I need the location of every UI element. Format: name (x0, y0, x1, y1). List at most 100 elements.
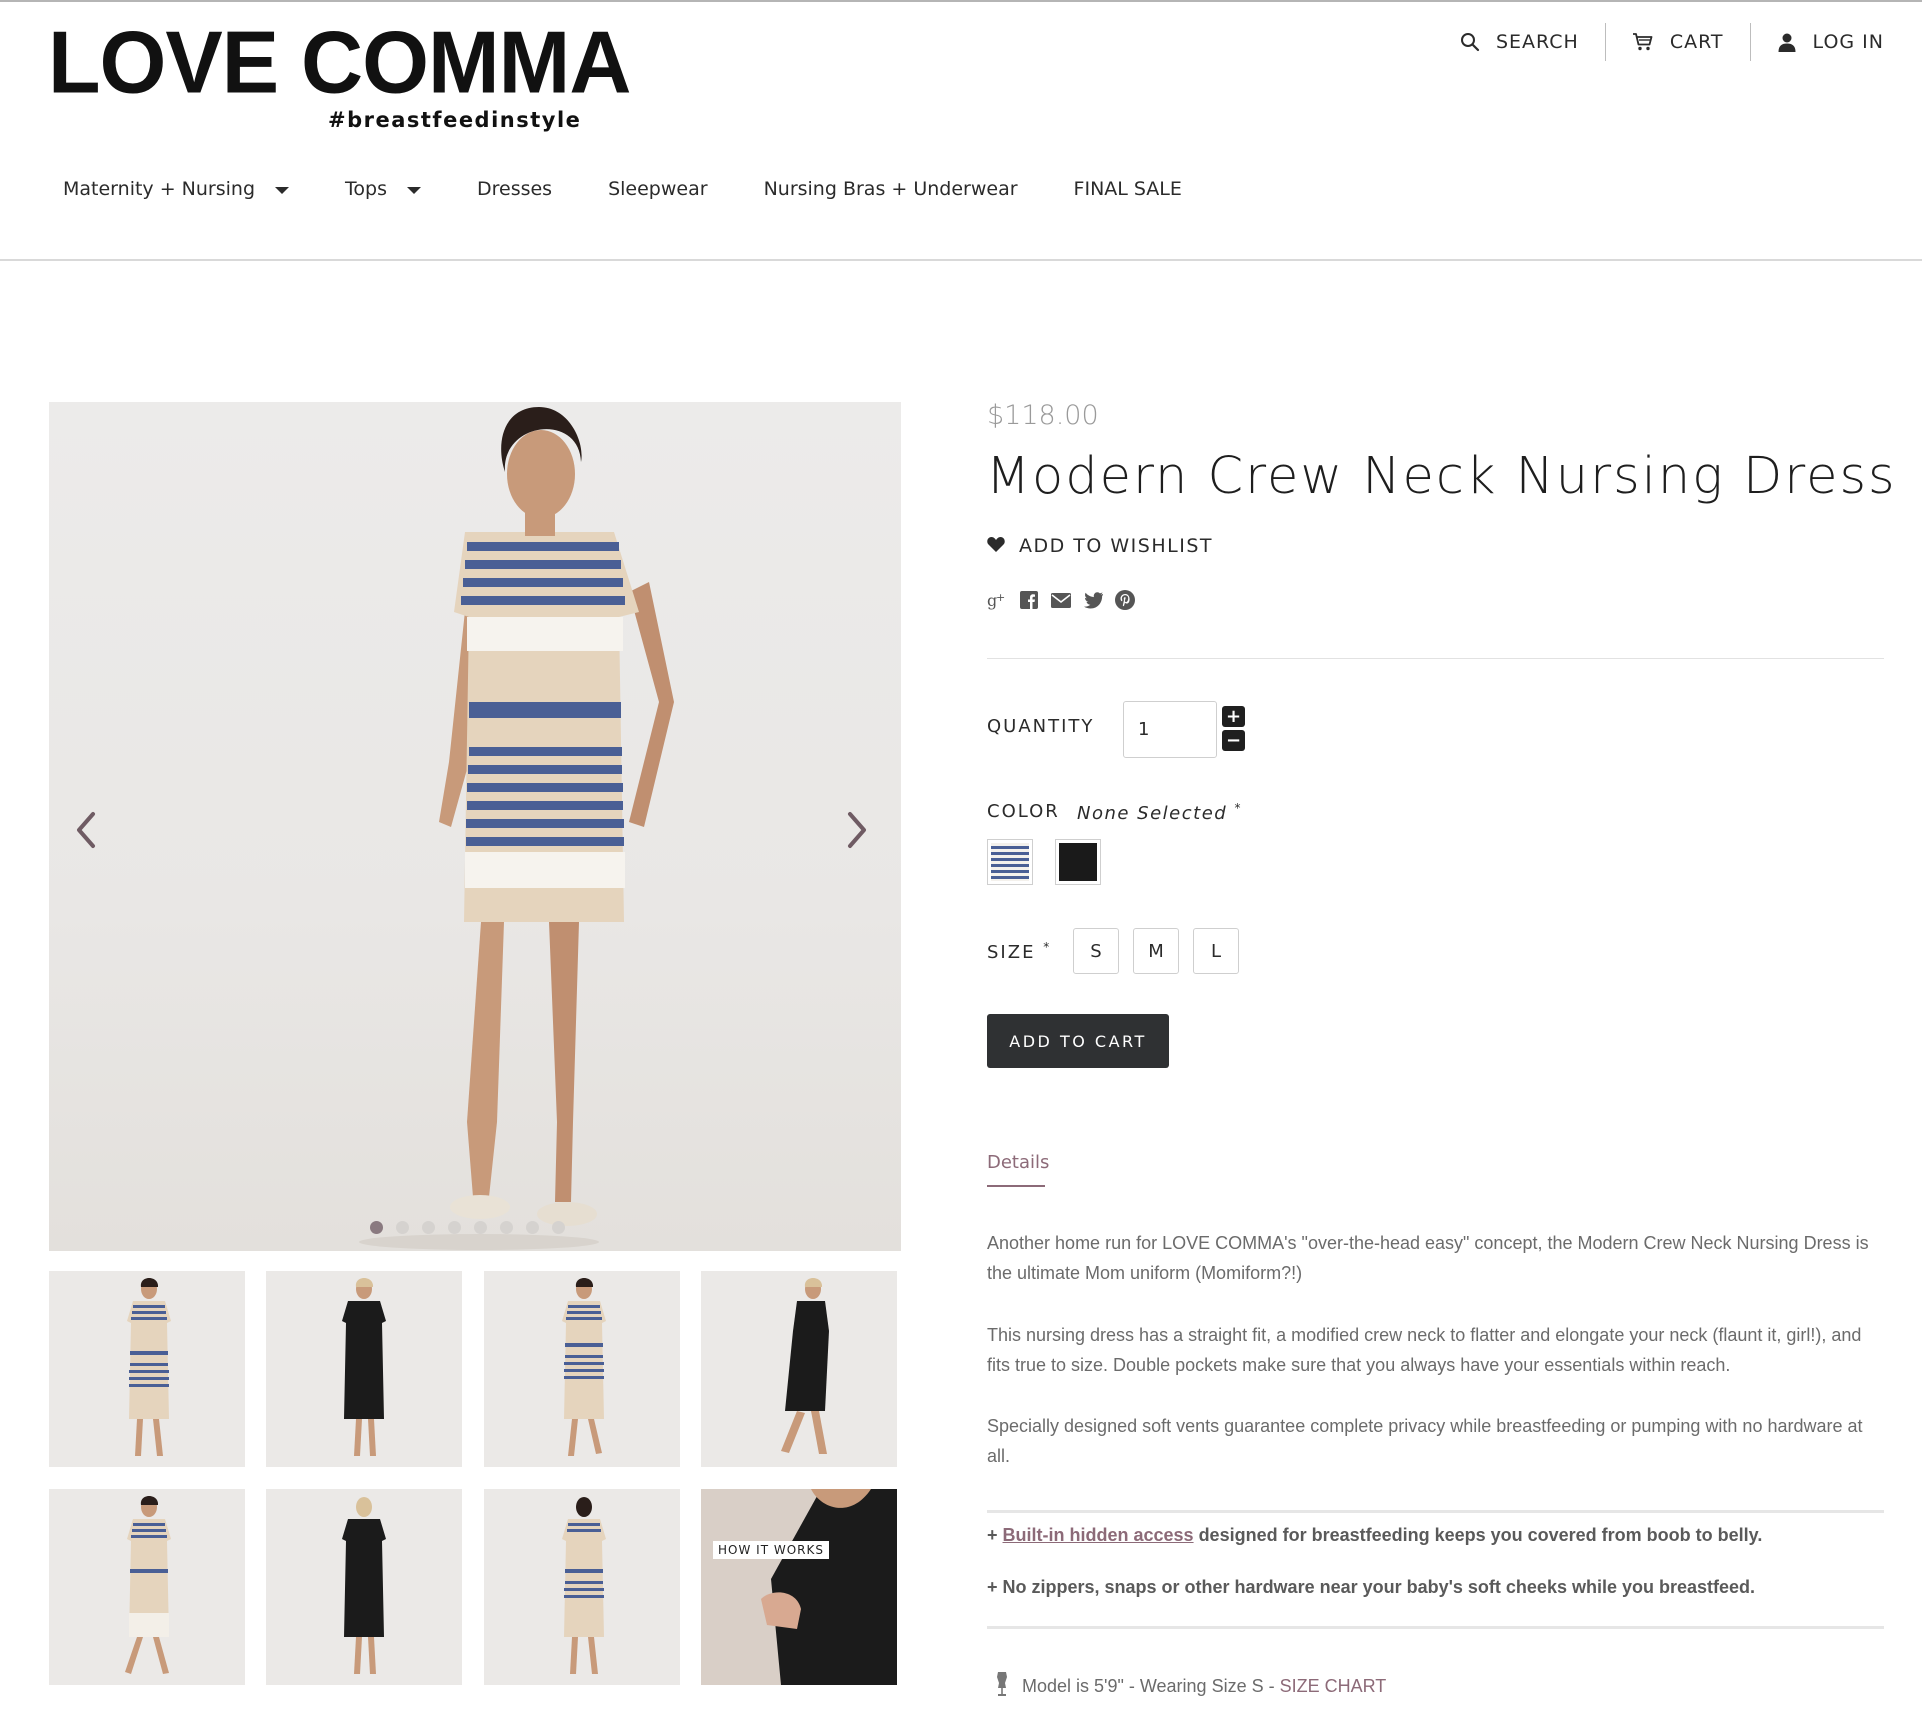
thumbnail-image (562, 1497, 606, 1674)
size-chart-link[interactable]: SIZE CHART (1280, 1676, 1387, 1696)
heart-icon (987, 535, 1005, 557)
add-to-cart-button[interactable]: ADD TO CART (987, 1014, 1169, 1068)
thumbnail-image (125, 1496, 171, 1674)
nav-item-label: Nursing Bras + Underwear (763, 178, 1018, 200)
chevron-left-icon (77, 812, 95, 848)
cart-link[interactable]: CART (1606, 24, 1750, 60)
gallery-dot[interactable] (552, 1221, 565, 1234)
thumbnail-black-front[interactable] (266, 1271, 462, 1467)
description-paragraph: This nursing dress has a straight fit, a… (987, 1325, 1862, 1375)
svg-text:+: + (996, 591, 1005, 604)
thumbnail-striped-walk[interactable] (484, 1271, 680, 1467)
thumbnail-image (342, 1497, 386, 1674)
thumbnail-image (342, 1278, 386, 1456)
thumbnail-striped-back[interactable] (484, 1489, 680, 1685)
email-icon[interactable] (1051, 590, 1071, 610)
nav-item-maternity-nursing[interactable]: Maternity + Nursing (63, 178, 290, 200)
google-plus-icon[interactable]: g + (987, 590, 1007, 610)
gallery-dot[interactable] (474, 1221, 487, 1234)
facebook-icon[interactable] (1019, 590, 1039, 610)
model-note-text: Model is 5'9" - Wearing Size S - (1022, 1676, 1280, 1696)
search-label: SEARCH (1495, 31, 1579, 53)
color-label: COLOR (987, 801, 1060, 822)
social-share: g + (987, 590, 1135, 610)
brand-tagline: #breastfeedinstyle (328, 108, 582, 132)
header-divider (0, 259, 1922, 261)
thumbnail-striped-pose[interactable] (49, 1489, 245, 1685)
product-price: $118.00 (987, 400, 1099, 431)
utility-nav: SEARCH CART LOG IN (1434, 23, 1884, 61)
nav-item-final-sale[interactable]: FINAL SALE (1074, 178, 1182, 200)
dress-form-icon (996, 1671, 1008, 1702)
wishlist-label: ADD TO WISHLIST (1019, 535, 1213, 557)
gallery-pagination (370, 1221, 565, 1234)
size-option-s[interactable]: S (1073, 928, 1119, 974)
top-border (0, 0, 1922, 2)
feature-no-hardware: + No zippers, snaps or other hardware ne… (987, 1577, 1756, 1597)
thumbnail-image (781, 1278, 829, 1454)
thumbnail-black-back[interactable] (266, 1489, 462, 1685)
description-paragraph: Another home run for LOVE COMMA's "over-… (987, 1233, 1869, 1283)
pinterest-icon[interactable] (1115, 590, 1135, 610)
gallery-dot[interactable] (396, 1221, 409, 1234)
thumbnail-striped-front[interactable] (49, 1271, 245, 1467)
nav-item-tops[interactable]: Tops (345, 178, 421, 200)
tab-details[interactable]: Details (987, 1152, 1049, 1173)
model-size-note: Model is 5'9" - Wearing Size S - SIZE CH… (996, 1671, 1386, 1702)
gallery-dot[interactable] (448, 1221, 461, 1234)
swatch-fill (991, 843, 1029, 881)
size-option-m[interactable]: M (1133, 928, 1179, 974)
gallery-dot[interactable] (370, 1221, 383, 1234)
quantity-input[interactable]: 1 (1123, 701, 1217, 758)
nav-item-sleepwear[interactable]: Sleepwear (608, 178, 707, 200)
search-icon (1460, 32, 1480, 52)
gallery-dot[interactable] (526, 1221, 539, 1234)
product-main-image[interactable] (49, 402, 901, 1251)
add-to-wishlist-button[interactable]: ADD TO WISHLIST (987, 535, 1213, 557)
caret-down-icon (406, 186, 421, 194)
chevron-right-icon (848, 812, 866, 848)
feature-prefix: + (987, 1525, 1003, 1545)
nav-item-label: Dresses (476, 178, 553, 200)
twitter-icon[interactable] (1083, 590, 1103, 610)
caret-down-icon (275, 186, 290, 194)
color-swatch-stripe[interactable] (987, 839, 1033, 885)
quantity-decrease-button[interactable]: − (1222, 730, 1245, 751)
gallery-dot[interactable] (500, 1221, 513, 1234)
nav-item-label: Tops (345, 178, 387, 200)
nav-item-dresses[interactable]: Dresses (477, 178, 552, 200)
feature-text: designed for breastfeeding keeps you cov… (1193, 1525, 1763, 1545)
info-divider (987, 658, 1884, 659)
nav-item-nursing-bras-underwear[interactable]: Nursing Bras + Underwear (764, 178, 1018, 200)
built-in-hidden-access-link[interactable]: Built-in hidden access (1003, 1525, 1194, 1545)
thumbnail-black-side[interactable] (701, 1271, 897, 1467)
quantity-label: QUANTITY (987, 716, 1095, 737)
thumbnail-image (127, 1278, 171, 1456)
features-divider-bottom (987, 1626, 1884, 1629)
thumbnail-image (761, 1489, 897, 1685)
thumbnail-how-it-works[interactable]: HOW IT WORKS (701, 1489, 897, 1685)
login-link[interactable]: LOG IN (1751, 24, 1884, 60)
size-option-l[interactable]: L (1193, 928, 1239, 974)
login-label: LOG IN (1812, 31, 1884, 53)
search-link[interactable]: SEARCH (1434, 24, 1605, 60)
brand-name: LOVE COMMA (48, 14, 631, 112)
quantity-increase-button[interactable]: + (1222, 706, 1245, 727)
nav-item-label: Maternity + Nursing (63, 178, 256, 200)
gallery-prev-button[interactable] (65, 800, 105, 860)
tab-active-indicator (987, 1185, 1045, 1187)
feature-hidden-access: + Built-in hidden access designed for br… (987, 1525, 1762, 1546)
gallery-dot[interactable] (422, 1221, 435, 1234)
required-mark: * (1234, 801, 1242, 815)
cart-label: CART (1669, 31, 1724, 53)
color-selection-text: None Selected (1077, 803, 1228, 824)
model-striped-dress-photo (359, 407, 674, 1250)
gallery-next-button[interactable] (838, 800, 878, 860)
thumbnail-image (562, 1278, 606, 1456)
brand-logo[interactable]: LOVE COMMA #breastfeedinstyle (48, 14, 631, 132)
description-paragraph: Specially designed soft vents guarantee … (987, 1416, 1863, 1466)
swatch-fill (1059, 843, 1097, 881)
user-icon (1777, 32, 1797, 52)
product-title: Modern Crew Neck Nursing Dress (986, 447, 1897, 506)
color-swatch-black[interactable] (1055, 839, 1101, 885)
